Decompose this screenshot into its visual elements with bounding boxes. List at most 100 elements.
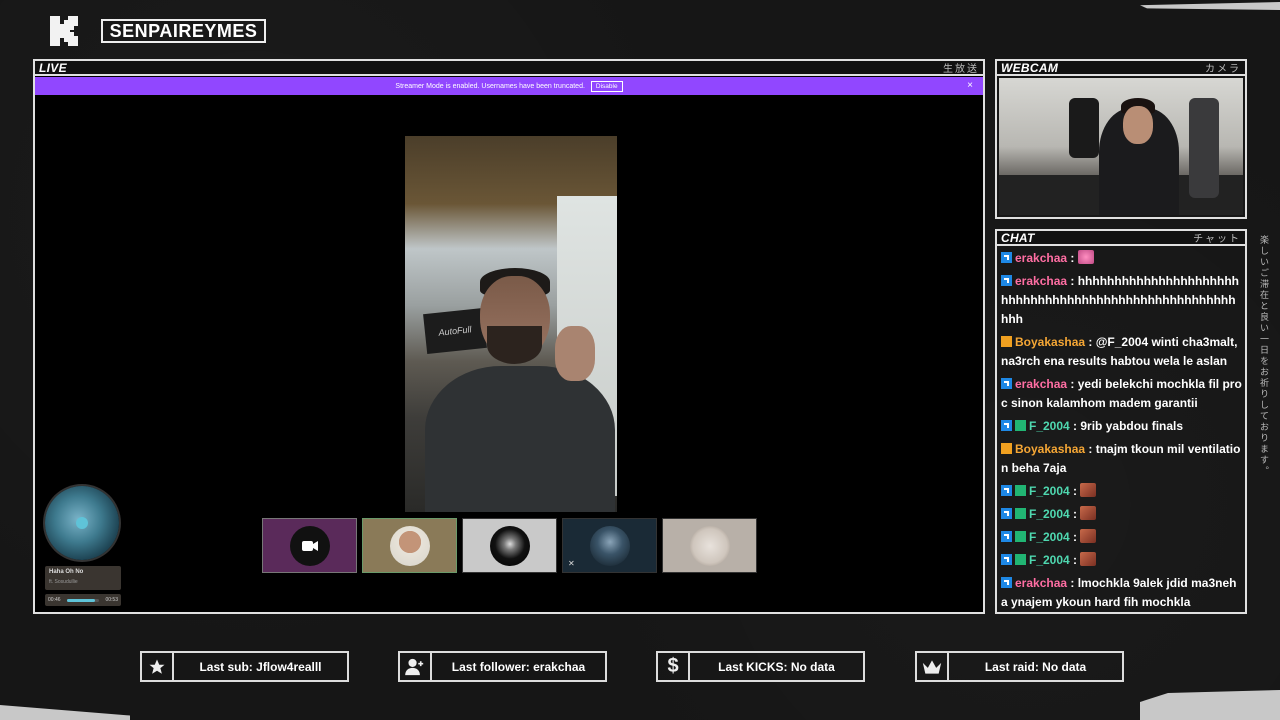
chat-username[interactable]: erakchaa — [1015, 377, 1067, 391]
crown-icon — [917, 653, 949, 680]
webcam-panel-header: WEBCAM カメラ — [997, 61, 1245, 76]
chat-username[interactable]: erakchaa — [1015, 576, 1067, 590]
chat-message: Boyakashaa : @F_2004 winti cha3malt, na3… — [1001, 335, 1238, 368]
chat-label: CHAT — [1001, 230, 1035, 245]
crown-badge-icon — [1001, 443, 1012, 454]
live-label-jp: 生放送 — [943, 64, 979, 75]
chat-panel-header: CHAT チャット — [997, 231, 1245, 246]
kick-badge-icon — [1001, 378, 1012, 389]
dollar-icon: $ — [658, 653, 690, 680]
last-kicks-text: Last KICKS: No data — [718, 659, 835, 674]
webcam-label-jp: カメラ — [1205, 64, 1241, 75]
grid-badge-icon — [1015, 554, 1026, 565]
webcam-view — [999, 78, 1243, 215]
live-panel-header: LIVE 生放送 — [35, 61, 983, 76]
grunge-decoration — [1140, 690, 1280, 720]
emote-icon — [1080, 506, 1097, 520]
side-japanese-text: 楽しいご滞在と良い一日をお祈りしております。 — [1258, 235, 1268, 477]
emote-icon — [1077, 250, 1094, 264]
chat-label-jp: チャット — [1193, 234, 1241, 245]
add-user-icon — [400, 653, 432, 680]
chat-username[interactable]: Boyakashaa — [1015, 442, 1085, 456]
progress-track — [67, 598, 99, 602]
chat-message: F_2004 : — [1001, 505, 1242, 524]
grid-badge-icon — [1015, 531, 1026, 542]
album-disc — [45, 486, 119, 560]
duration-time: 00:53 — [105, 597, 118, 603]
crown-badge-icon — [1001, 336, 1012, 347]
chat-panel: CHAT チャット erakchaa : erakchaa : hhhhhhhh… — [995, 229, 1247, 614]
chat-username[interactable]: F_2004 — [1029, 530, 1070, 544]
main-video[interactable]: AutoFull — [405, 136, 617, 512]
star-icon — [142, 653, 174, 680]
disable-button[interactable]: Disable — [590, 80, 623, 92]
chat-username[interactable]: erakchaa — [1015, 251, 1067, 265]
close-icon[interactable]: × — [967, 80, 973, 91]
emote-icon — [1080, 483, 1097, 497]
chat-text: 9rib yabdou finals — [1080, 419, 1184, 433]
last-sub-box: Last sub: Jflow4realll — [140, 651, 349, 682]
chat-username[interactable]: F_2004 — [1029, 484, 1070, 498]
chat-message: Boyakashaa : tnajm tkoun mil ventilation… — [1001, 442, 1241, 475]
webcam-label: WEBCAM — [1001, 60, 1059, 75]
grunge-decoration — [1140, 2, 1280, 10]
participant-thumbnail[interactable] — [362, 518, 457, 573]
muted-mic-icon: ✕ — [568, 559, 575, 568]
progress-fill — [67, 598, 95, 602]
chat-message: erakchaa : lmochkla 9alek jdid ma3neha y… — [1001, 576, 1237, 609]
chat-username[interactable]: F_2004 — [1029, 507, 1070, 521]
live-label: LIVE — [39, 60, 67, 75]
participant-thumbnail[interactable]: ✕ — [562, 518, 657, 573]
chat-username[interactable]: F_2004 — [1029, 419, 1070, 433]
kick-badge-icon — [1001, 508, 1012, 519]
kick-logo-icon — [50, 16, 78, 46]
chat-username[interactable]: F_2004 — [1029, 553, 1070, 567]
chat-message: F_2004 : — [1001, 482, 1242, 501]
grid-badge-icon — [1015, 420, 1026, 431]
kick-badge-icon — [1001, 485, 1012, 496]
last-raid-text: Last raid: No data — [984, 659, 1087, 674]
grunge-decoration — [0, 705, 130, 720]
last-sub-text: Last sub: Jflow4realll — [199, 659, 322, 674]
chat-message: F_2004 : — [1001, 528, 1242, 547]
kick-badge-icon — [1001, 252, 1012, 263]
chat-message-list: erakchaa : erakchaa : hhhhhhhhhhhhhhhhhh… — [1001, 249, 1242, 610]
avatar — [589, 525, 630, 566]
chat-message: erakchaa : hhhhhhhhhhhhhhhhhhhhhhhhhhhhh… — [1001, 274, 1239, 326]
chat-username[interactable]: erakchaa — [1015, 274, 1067, 288]
kick-badge-icon — [1001, 420, 1012, 431]
streamer-mode-banner: Streamer Mode is enabled. Usernames have… — [35, 77, 983, 95]
avatar — [489, 525, 530, 566]
last-follower-text: Last follower: erakchaa — [451, 659, 586, 674]
video-chair-text: AutoFull — [423, 307, 487, 355]
chat-message: erakchaa : yedi belekchi mochkla fil pro… — [1001, 377, 1242, 410]
chat-username[interactable]: Boyakashaa — [1015, 335, 1085, 349]
music-info: Haha Oh No ft. Sosudullie — [45, 566, 121, 590]
grid-badge-icon — [1015, 485, 1026, 496]
banner-text: Streamer Mode is enabled. Usernames have… — [395, 82, 585, 90]
video-camera-icon — [289, 525, 330, 566]
last-raid-box: Last raid: No data — [915, 651, 1124, 682]
participant-thumbnail[interactable] — [662, 518, 757, 573]
channel-name: SENPAIREYMES — [101, 19, 266, 43]
avatar — [689, 525, 730, 566]
music-progress: 00:46 00:53 — [45, 594, 121, 606]
microphone — [1069, 98, 1099, 158]
song-artist: ft. Sosudullie — [49, 579, 78, 585]
last-follower-box: Last follower: erakchaa — [398, 651, 607, 682]
chat-message: F_2004 : 9rib yabdou finals — [1001, 417, 1242, 436]
participant-thumbnail[interactable] — [462, 518, 557, 573]
chat-message: F_2004 : — [1001, 551, 1242, 570]
kick-badge-icon — [1001, 577, 1012, 588]
kick-badge-icon — [1001, 554, 1012, 565]
music-widget: Haha Oh No ft. Sosudullie 00:46 00:53 — [41, 486, 121, 611]
chat-message: erakchaa : — [1001, 249, 1242, 268]
elapsed-time: 00:46 — [48, 597, 61, 603]
avatar — [389, 525, 430, 566]
participant-thumbnail[interactable] — [262, 518, 357, 573]
kick-badge-icon — [1001, 531, 1012, 542]
song-title: Haha Oh No — [49, 569, 84, 575]
webcam-panel: WEBCAM カメラ — [995, 59, 1247, 219]
last-kicks-box: $ Last KICKS: No data — [656, 651, 865, 682]
grid-badge-icon — [1015, 508, 1026, 519]
